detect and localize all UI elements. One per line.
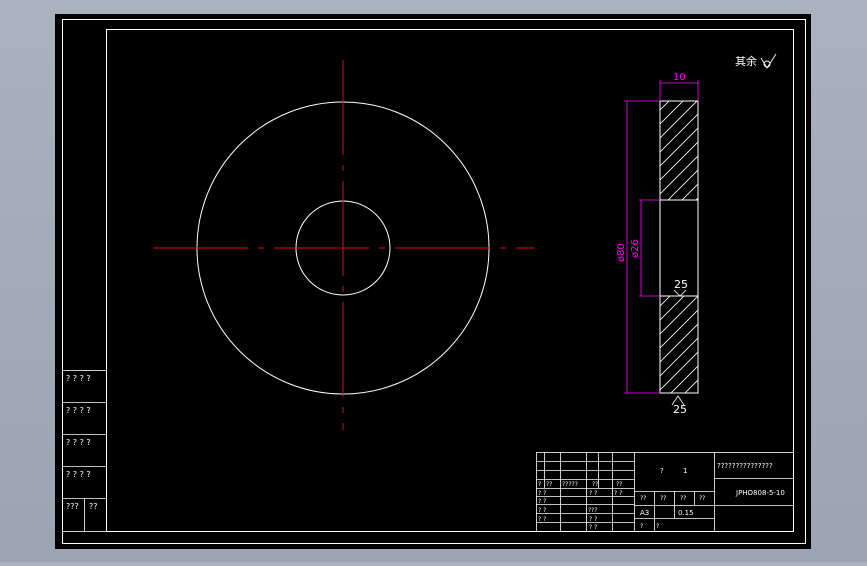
scale-header-2: ?? <box>660 495 666 502</box>
sign-label-4: ? ? ? ? <box>66 470 91 479</box>
rev-col-4: ?? <box>592 481 598 488</box>
roughness-note: 其余 <box>735 54 757 68</box>
mid-mark-2: ? ? <box>614 490 622 497</box>
company-name: ??????????????? <box>717 462 773 470</box>
hatch-lower <box>659 295 699 394</box>
mid-mark-4: ? ? <box>589 524 597 531</box>
rev-col-5: ?? <box>616 481 622 488</box>
rev-col-1: ? <box>538 481 541 488</box>
bottom-mark-2: ? <box>656 523 659 530</box>
approval-signature: ??? <box>588 507 598 514</box>
scale-header-1: ?? <box>640 495 646 502</box>
approval-1: ? ? <box>538 490 546 497</box>
rev-col-3: ????? <box>562 481 578 488</box>
hatch-upper <box>659 100 699 201</box>
part-quantity: 1 <box>683 467 687 475</box>
dim-outer-dia-text: ø80 <box>616 243 627 262</box>
roughness-bottom-value: 25 <box>673 403 687 416</box>
sign-label-1: ? ? ? ? <box>66 374 91 383</box>
part-name-mark: ? <box>660 467 664 475</box>
mid-mark-1: ? ? <box>589 490 597 497</box>
dim-inner-dia-text: ø26 <box>630 239 641 258</box>
drawing-canvas[interactable]: ? ? ? ? ? ? ? ? ? ? ? ? ? ? ? ? ??? ?? 1… <box>0 0 867 562</box>
drawing-number: JPHO808-5-10 <box>735 489 785 497</box>
rev-col-2: ?? <box>546 481 552 488</box>
sign-label-3: ? ? ? ? <box>66 438 91 447</box>
scale-header-4: ?? <box>699 495 705 502</box>
cad-viewport[interactable]: ? ? ? ? ? ? ? ? ? ? ? ? ? ? ? ? ??? ?? 1… <box>0 0 867 562</box>
bottom-mark-1: ? <box>640 523 643 530</box>
sign-label-2: ? ? ? ? <box>66 406 91 415</box>
dim-width-text: 10 <box>673 72 686 83</box>
approval-2: ? ? <box>538 498 546 505</box>
scale-value: 0.15 <box>678 509 694 517</box>
sign-label-6: ?? <box>89 502 98 511</box>
approval-4: ? ? <box>538 516 546 523</box>
paper-size: A3 <box>640 509 649 517</box>
roughness-top-value: 25 <box>674 278 688 291</box>
scale-header-3: ?? <box>680 495 686 502</box>
mid-mark-3: ? ? <box>589 516 597 523</box>
approval-3: ? ? <box>538 507 546 514</box>
sign-label-5: ??? <box>66 502 79 511</box>
